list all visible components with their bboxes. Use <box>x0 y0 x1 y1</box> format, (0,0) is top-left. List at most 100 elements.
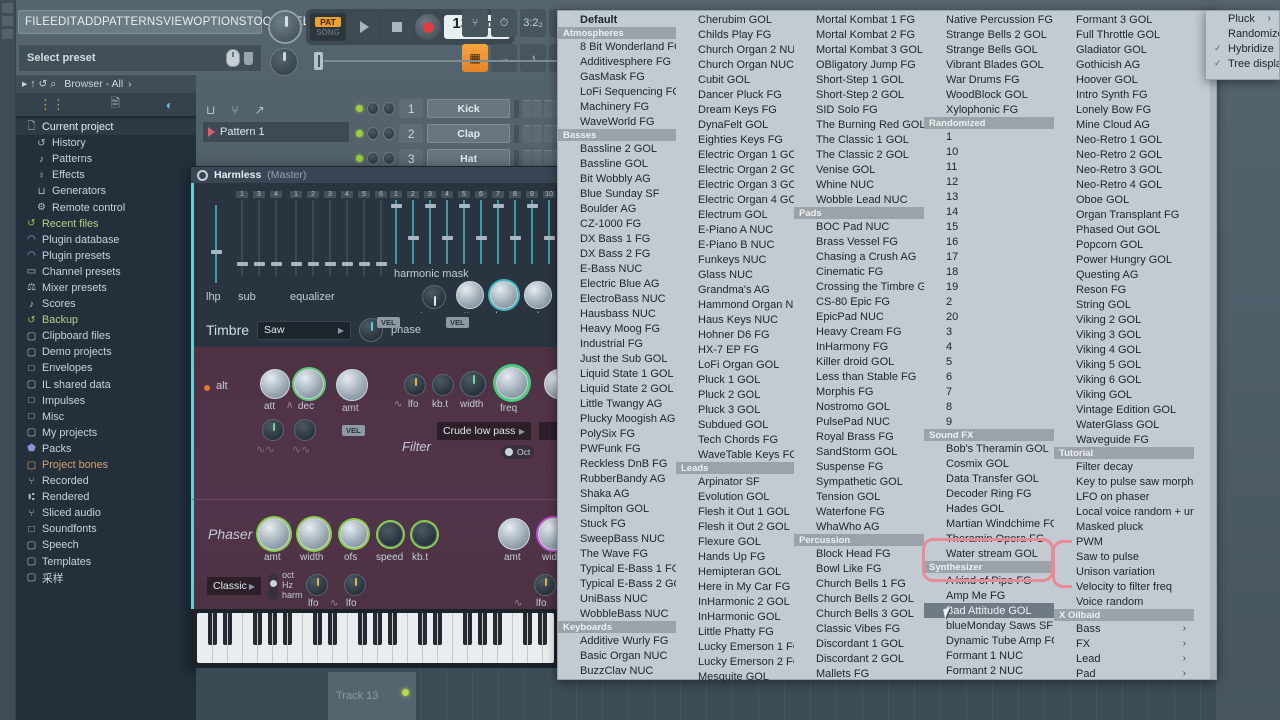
preset-menu-item-rubberbandy-ag[interactable]: RubberBandy AG <box>558 471 676 486</box>
preset-menu-item-default[interactable]: Default <box>558 12 676 27</box>
preset-menu-item-grandma-s-ag[interactable]: Grandma's AG <box>676 282 794 297</box>
record-button[interactable] <box>415 14 441 40</box>
phaser-lfo1-knob[interactable] <box>306 574 328 596</box>
preset-menu-item-childs-play-fg[interactable]: Childs Play FG <box>676 27 794 42</box>
preset-menu-item-boulder-ag[interactable]: Boulder AG <box>558 201 676 216</box>
fader-track[interactable] <box>493 200 505 264</box>
preset-menu-item-full-throttle-gol[interactable]: Full Throttle GOL <box>1054 27 1194 42</box>
plugin-keyboard[interactable] <box>191 609 560 667</box>
preset-menu-item-power-hungry-gol[interactable]: Power Hungry GOL <box>1054 252 1194 267</box>
preset-menu-item-intro-synth-fg[interactable]: Intro Synth FG <box>1054 87 1194 102</box>
preset-menu-item-masked-pluck[interactable]: Masked pluck <box>1054 519 1194 534</box>
phaser-width-knob[interactable] <box>298 518 330 550</box>
preset-menu-item-waterfone-fg[interactable]: Waterfone FG <box>794 504 924 519</box>
preset-menu-item-here-in-my-car-fg[interactable]: Here in My Car FG <box>676 579 794 594</box>
master-pitch-knob[interactable] <box>270 48 298 76</box>
fader-column[interactable]: 1 <box>236 191 249 276</box>
preset-menu-item-inharmony-fg[interactable]: InHarmony FG <box>794 339 924 354</box>
fader-track[interactable] <box>271 200 283 276</box>
pattern-song-toggle[interactable]: PAT SONG <box>310 13 346 41</box>
preset-menu[interactable]: Default Atmospheres 8 Bit Wonderland FG Add… <box>557 10 1217 683</box>
preset-menu-item-bass[interactable]: Bass › <box>1054 621 1194 636</box>
preset-menu-item-haus-keys-nuc[interactable]: Haus Keys NUC <box>676 312 794 327</box>
preset-menu-item-2[interactable]: 2 <box>924 294 1054 309</box>
browser-item-misc[interactable]: □ Misc <box>16 409 196 425</box>
step-button[interactable] <box>543 124 553 143</box>
browser-item-soundfonts[interactable]: □ Soundfonts <box>16 521 196 537</box>
preset-menu-item-electric-blue-ag[interactable]: Electric Blue AG <box>558 276 676 291</box>
fader-cap[interactable] <box>391 204 403 208</box>
preset-menu-item-the-classic-2-gol[interactable]: The Classic 2 GOL <box>794 147 924 162</box>
preset-menu-item-pluck-2-gol[interactable]: Pluck 2 GOL <box>676 387 794 402</box>
harmless-titlebar[interactable]: Harmless (Master) <box>191 167 561 183</box>
preset-menu-item-e-bass-nuc[interactable]: E-Bass NUC <box>558 261 676 276</box>
preset-menu-item-dynamic-tube-amp-fg[interactable]: Dynamic Tube Amp FG <box>924 633 1054 648</box>
master-volume-knob[interactable] <box>268 10 302 44</box>
preset-submenu-item-randomize[interactable]: Randomize <box>1206 26 1279 41</box>
preset-menu-item-inharmonic-2-gol[interactable]: InHarmonic 2 GOL <box>676 594 794 609</box>
slider-handle[interactable] <box>314 52 323 70</box>
preset-menu-item-viking-4-gol[interactable]: Viking 4 GOL <box>1054 342 1194 357</box>
preset-menu-item-e-piano-b-nuc[interactable]: E-Piano B NUC <box>676 237 794 252</box>
browser-item-impulses[interactable]: □ Impulses <box>16 393 196 409</box>
preset-menu-item-short-step-1-gol[interactable]: Short-Step 1 GOL <box>794 72 924 87</box>
preset-menu-item-additivesphere-fg[interactable]: Additivesphere FG <box>558 54 676 69</box>
browser-item-recorded[interactable]: ⑂ Recorded <box>16 473 196 489</box>
preset-menu-item-typical-e-bass-1-fg[interactable]: Typical E-Bass 1 FG <box>558 561 676 576</box>
preset-menu-item-church-organ-nuc[interactable]: Church Organ NUC <box>676 57 794 72</box>
preset-menu-column-0[interactable]: Default Atmospheres 8 Bit Wonderland FG Add… <box>558 11 676 679</box>
step-button[interactable] <box>533 124 542 143</box>
preset-menu-item-royal-brass-fg[interactable]: Royal Brass FG <box>794 429 924 444</box>
preset-menu-item-less-than-stable-fg[interactable]: Less than Stable FG <box>794 369 924 384</box>
play-button[interactable] <box>349 13 379 41</box>
fader-track[interactable] <box>459 200 471 264</box>
fader-cap[interactable] <box>325 262 337 266</box>
fader-column[interactable]: 5 <box>358 191 371 276</box>
fader-track[interactable] <box>510 200 522 264</box>
menu-scrollbar[interactable] <box>1210 11 1216 679</box>
preset-menu-item-neo-retro-3-gol[interactable]: Neo-Retro 3 GOL <box>1054 162 1194 177</box>
preset-menu-item-lonely-bow-fg[interactable]: Lonely Bow FG <box>1054 102 1194 117</box>
fader-track[interactable] <box>408 200 420 264</box>
preset-menu-item-electric-organ-1-gol[interactable]: Electric Organ 1 GOL <box>676 147 794 162</box>
preset-menu-item-dancer-pluck-fg[interactable]: Dancer Pluck FG <box>676 87 794 102</box>
step-button[interactable] <box>522 149 532 168</box>
fader-column[interactable]: 3 <box>424 191 437 264</box>
preset-menu-item-19[interactable]: 19 <box>924 279 1054 294</box>
preset-menu-item-key-to-pulse-saw-morphing[interactable]: Key to pulse saw morphing <box>1054 474 1194 489</box>
fader-cap[interactable] <box>459 204 471 208</box>
preset-menu-item-eighties-keys-fg[interactable]: Eighties Keys FG <box>676 132 794 147</box>
preset-menu-item-hx-7-ep-fg[interactable]: HX-7 EP FG <box>676 342 794 357</box>
preset-submenu[interactable]: Pluck › Randomize ✓ Hybridize ✓ Tree display <box>1205 10 1280 80</box>
fader-cap[interactable] <box>442 236 454 240</box>
preset-menu-item-basic-organ-nuc[interactable]: Basic Organ NUC <box>558 648 676 663</box>
preset-menu-item-brass-vessel-fg[interactable]: Brass Vessel FG <box>794 234 924 249</box>
osc-kbt-knob[interactable] <box>432 374 454 396</box>
fader-cap[interactable] <box>271 262 283 266</box>
pattern-tab-icon[interactable]: ↗ <box>255 103 265 117</box>
preset-menu-item-voice-random[interactable]: Voice random <box>1054 594 1194 609</box>
fader-column[interactable]: 3 <box>324 191 337 276</box>
preset-menu-item-dream-keys-fg[interactable]: Dream Keys FG <box>676 102 794 117</box>
fader-cap[interactable] <box>359 262 371 266</box>
pattern-tab-icon[interactable]: ⑂ <box>231 103 238 117</box>
toolbar-button-0[interactable]: ⑂ <box>462 9 488 37</box>
preset-menu-item-sweepbass-nuc[interactable]: SweepBass NUC <box>558 531 676 546</box>
time-slider[interactable] <box>306 52 598 70</box>
preset-menu-item-church-organ-2-nuc[interactable]: Church Organ 2 NUC <box>676 42 794 57</box>
preset-menu-item-10[interactable]: 10 <box>924 144 1054 159</box>
rel-knob[interactable] <box>524 281 552 309</box>
preset-menu-item-mine-cloud-ag[interactable]: Mine Cloud AG <box>1054 117 1194 132</box>
unit-switch[interactable] <box>268 574 278 600</box>
preset-menu-item-shaka-ag[interactable]: Shaka AG <box>558 486 676 501</box>
preset-menu-item-stuck-fg[interactable]: Stuck FG <box>558 516 676 531</box>
preset-menu-item-buzzclav-nuc[interactable]: BuzzClav NUC <box>558 663 676 678</box>
menu-item-file[interactable]: FILE <box>25 16 50 28</box>
channel-name[interactable]: Clap <box>427 124 510 143</box>
fader-track[interactable] <box>325 200 337 276</box>
preset-menu-item-filter-decay[interactable]: Filter decay <box>1054 459 1194 474</box>
preset-menu-item-reson-fg[interactable]: Reson FG <box>1054 282 1194 297</box>
fader-track[interactable] <box>237 200 249 276</box>
step-button[interactable] <box>543 149 553 168</box>
browser-item-project-bones[interactable]: ▢ Project bones <box>16 457 196 473</box>
